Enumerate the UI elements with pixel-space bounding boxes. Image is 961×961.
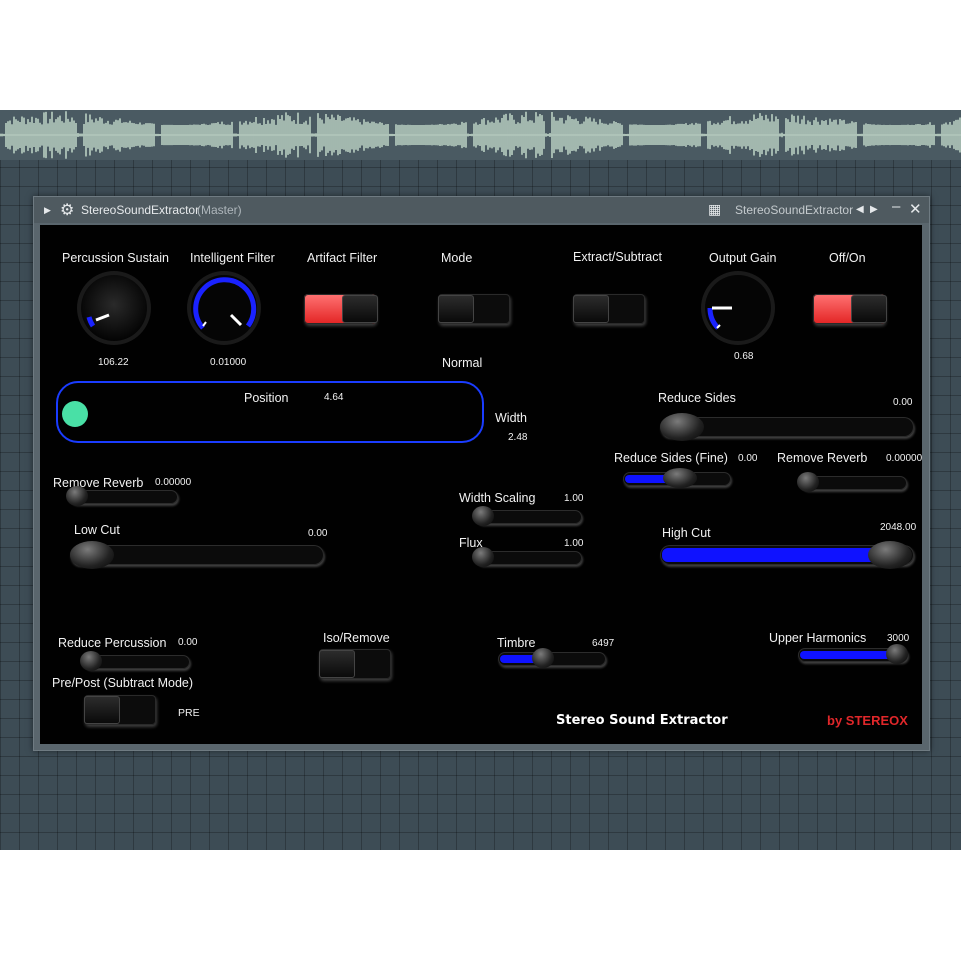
low-cut-value: 0.00: [308, 528, 328, 539]
piano-icon[interactable]: ▦: [708, 201, 721, 218]
intelligent-filter-knob[interactable]: [186, 270, 262, 346]
toggle-thumb: [342, 295, 378, 323]
minimize-icon[interactable]: ‒: [892, 198, 900, 215]
slider-thumb[interactable]: [472, 506, 494, 526]
reduce-sides-fine-slider[interactable]: [623, 468, 731, 488]
toggle-thumb: [851, 295, 887, 323]
output-gain-value: 0.68: [734, 351, 754, 362]
vendor-name: by STEREOX: [827, 713, 908, 728]
pre-post-label: Pre/Post (Subtract Mode): [52, 676, 194, 690]
width-scaling-value: 1.00: [564, 493, 584, 504]
reduce-percussion-label: Reduce Percussion: [58, 636, 167, 650]
high-cut-value: 2048.00: [880, 522, 917, 533]
high-cut-slider[interactable]: [660, 541, 914, 569]
slider-thumb[interactable]: [797, 472, 819, 492]
pre-post-toggle[interactable]: [84, 695, 156, 725]
position-pad[interactable]: [56, 381, 484, 443]
position-handle[interactable]: [62, 401, 88, 427]
slider-thumb[interactable]: [663, 468, 697, 488]
audio-waveform: [0, 110, 961, 160]
slider-thumb[interactable]: [886, 644, 908, 664]
toggle-thumb: [438, 295, 474, 323]
reduce-percussion-slider[interactable]: [80, 651, 190, 671]
intelligent-filter-value: 0.01000: [210, 357, 247, 368]
timbre-value: 6497: [592, 638, 615, 649]
toggle-thumb: [84, 696, 120, 724]
plugin-panel: Percussion Sustain Intelligent Filter Ar…: [40, 225, 922, 744]
remove-reverb-left-value: 0.00000: [155, 477, 192, 488]
low-cut-label: Low Cut: [74, 523, 120, 537]
width-label: Width: [495, 411, 527, 425]
slider-thumb[interactable]: [70, 541, 114, 569]
output-gain-knob[interactable]: [700, 270, 776, 346]
timbre-slider[interactable]: [498, 648, 606, 668]
flux-value: 1.00: [564, 538, 584, 549]
slider-fill: [662, 548, 876, 562]
plugin-title-bar[interactable]: ▶ ⚙ StereoSoundExtractor (Master) ▦ Ster…: [34, 197, 929, 223]
width-scaling-slider[interactable]: [472, 506, 582, 526]
timbre-label: Timbre: [497, 636, 536, 650]
low-cut-slider[interactable]: [70, 541, 324, 569]
slider-thumb[interactable]: [868, 541, 912, 569]
slider-thumb[interactable]: [66, 486, 88, 506]
remove-reverb-right-label: Remove Reverb: [777, 451, 868, 465]
upper-harmonics-slider[interactable]: [798, 644, 908, 664]
slider-thumb[interactable]: [532, 648, 554, 668]
toggle-thumb: [573, 295, 609, 323]
arrow-left-icon[interactable]: ◀: [856, 204, 864, 215]
percussion-sustain-value: 106.22: [98, 357, 129, 368]
width-scaling-label: Width Scaling: [459, 491, 536, 505]
extract-subtract-toggle[interactable]: [573, 294, 645, 324]
pre-post-state: PRE: [178, 707, 200, 719]
reduce-sides-label: Reduce Sides: [658, 391, 736, 405]
extract-subtract-label: Extract/Subtract: [573, 250, 662, 264]
reduce-percussion-value: 0.00: [178, 637, 198, 648]
mode-toggle[interactable]: [438, 294, 510, 324]
plugin-title: StereoSoundExtractor: [81, 203, 200, 217]
upper-harmonics-value: 3000: [887, 633, 910, 644]
expand-arrow-icon[interactable]: ▶: [44, 205, 51, 216]
width-value: 2.48: [508, 432, 528, 443]
plugin-window: ▶ ⚙ StereoSoundExtractor (Master) ▦ Ster…: [33, 196, 930, 751]
toggle-thumb: [319, 650, 355, 678]
slider-thumb[interactable]: [660, 413, 704, 441]
artifact-filter-label: Artifact Filter: [307, 251, 378, 265]
remove-reverb-left-label: Remove Reverb: [53, 476, 144, 490]
off-on-toggle[interactable]: [813, 294, 887, 324]
mode-label: Mode: [441, 251, 473, 265]
reduce-sides-slider[interactable]: [660, 413, 914, 441]
flux-slider[interactable]: [472, 547, 582, 567]
preset-name[interactable]: StereoSoundExtractor: [735, 203, 853, 217]
iso-remove-toggle[interactable]: [319, 649, 391, 679]
artifact-filter-toggle[interactable]: [304, 294, 378, 324]
remove-reverb-right-value: 0.00000: [886, 453, 923, 464]
output-gain-label: Output Gain: [709, 251, 777, 265]
remove-reverb-right-slider[interactable]: [797, 472, 907, 492]
slider-thumb[interactable]: [80, 651, 102, 671]
close-icon[interactable]: ✕: [909, 200, 922, 218]
percussion-sustain-knob[interactable]: [76, 270, 152, 346]
reduce-sides-fine-label: Reduce Sides (Fine): [614, 451, 728, 465]
intelligent-filter-label: Intelligent Filter: [190, 251, 275, 265]
gear-icon[interactable]: ⚙: [60, 200, 74, 220]
arrow-right-icon[interactable]: ▶: [870, 204, 878, 215]
off-on-label: Off/On: [829, 251, 866, 265]
plugin-subtitle: (Master): [197, 203, 242, 217]
upper-harmonics-label: Upper Harmonics: [769, 631, 867, 645]
mode-state: Normal: [442, 356, 483, 370]
iso-remove-label: Iso/Remove: [323, 631, 390, 645]
high-cut-label: High Cut: [662, 526, 711, 540]
remove-reverb-left-slider[interactable]: [66, 486, 178, 506]
reduce-sides-fine-value: 0.00: [738, 453, 758, 464]
product-name: Stereo Sound Extractor: [556, 713, 728, 728]
reduce-sides-value: 0.00: [893, 397, 913, 408]
percussion-sustain-label: Percussion Sustain: [62, 251, 170, 265]
slider-thumb[interactable]: [472, 547, 494, 567]
slider-fill: [800, 651, 892, 659]
